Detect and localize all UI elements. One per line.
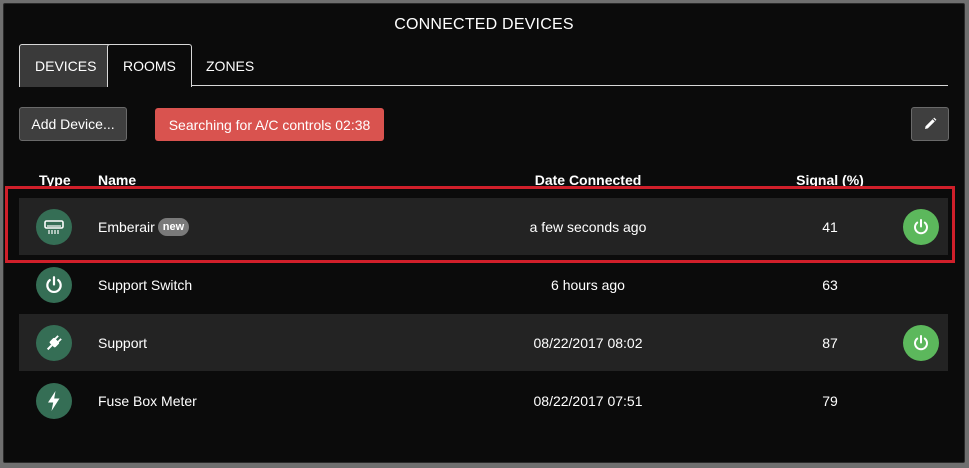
date-connected: a few seconds ago [529,218,647,235]
power-icon [36,267,72,303]
date-connected: 6 hours ago [551,276,625,293]
power-icon [914,335,928,351]
tab-bar: DEVICES ROOMS ZONES [19,44,948,87]
air-conditioner-icon [36,209,72,245]
device-name: Emberair [98,218,155,235]
device-name: Fuse Box Meter [98,392,197,409]
device-name-cell: Emberair new [98,198,190,255]
column-header-date: Date Connected [534,172,642,188]
table-row[interactable]: Emberair new a few seconds ago 41 [19,198,948,255]
page-title: CONNECTED DEVICES [394,16,574,33]
lightning-icon [36,383,72,419]
signal-value: 63 [822,276,838,293]
power-button[interactable] [903,209,939,245]
signal-value: 79 [822,392,838,409]
table-header: Type Name Date Connected Signal (%) [19,172,948,192]
power-button[interactable] [903,325,939,361]
device-name: Support [98,334,148,351]
connected-devices-panel: CONNECTED DEVICES DEVICES ROOMS ZONES Ad… [3,3,965,463]
power-icon [914,219,928,235]
column-header-signal: Signal (%) [796,172,864,188]
date-connected: 08/22/2017 07:51 [533,392,643,409]
table-row[interactable]: Support Switch 6 hours ago 63 [19,256,948,313]
tab-rooms[interactable]: ROOMS [107,44,192,87]
search-status-banner: Searching for A/C controls 02:38 [155,108,384,141]
date-connected: 08/22/2017 08:02 [533,334,643,351]
tab-devices[interactable]: DEVICES [19,44,113,87]
plug-icon [36,325,72,361]
pencil-icon [925,117,937,129]
device-name: Support Switch [98,276,193,293]
table-row[interactable]: Fuse Box Meter 08/22/2017 07:51 79 [19,372,948,429]
column-header-name: Name [98,172,137,188]
edit-button[interactable] [911,107,949,141]
add-device-button[interactable]: Add Device... [19,107,127,141]
signal-value: 87 [822,334,838,351]
signal-value: 41 [822,218,838,235]
tab-zones[interactable]: ZONES [190,44,270,86]
new-badge: new [157,217,190,236]
column-header-type: Type [39,172,71,188]
table-row[interactable]: Support 08/22/2017 08:02 87 [19,314,948,371]
